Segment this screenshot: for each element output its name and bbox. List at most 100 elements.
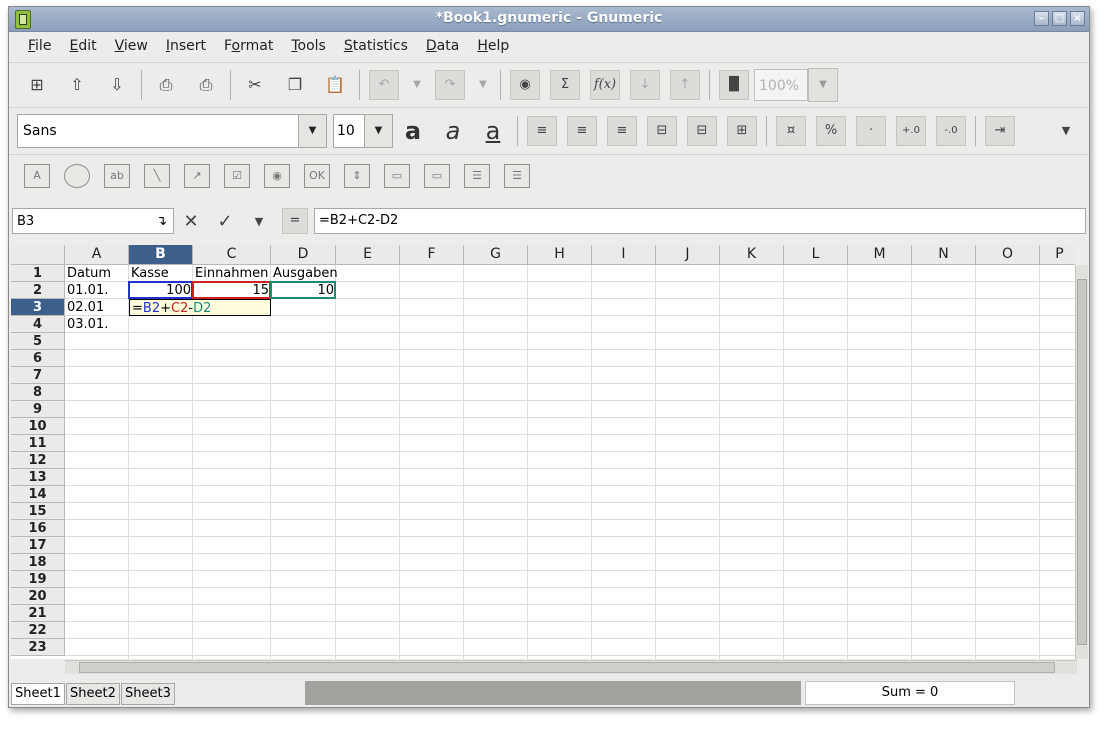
vertical-scroll-thumb[interactable]: [1077, 279, 1087, 645]
cell-a3[interactable]: 02.01: [65, 299, 129, 316]
in-cell-editor[interactable]: =B2+C2-D2: [129, 299, 271, 316]
open-icon[interactable]: ⇧: [60, 69, 94, 101]
row-header-19[interactable]: 19: [11, 571, 65, 588]
row-header-17[interactable]: 17: [11, 537, 65, 554]
minimize-button[interactable]: –: [1034, 11, 1049, 26]
row-header-3[interactable]: 3: [11, 299, 65, 316]
row-header-4[interactable]: 4: [11, 316, 65, 333]
row-header-18[interactable]: 18: [11, 554, 65, 571]
frame-tool-icon[interactable]: ab: [104, 163, 130, 188]
sheet-tab-1[interactable]: Sheet1: [11, 683, 65, 705]
row-header-15[interactable]: 15: [11, 503, 65, 520]
menu-format[interactable]: Format: [215, 38, 282, 54]
redo-dropdown-icon[interactable]: ▼: [473, 69, 493, 101]
close-button[interactable]: ×: [1070, 11, 1085, 26]
menu-view[interactable]: View: [106, 38, 157, 54]
underline-icon[interactable]: a: [476, 117, 510, 145]
new-icon[interactable]: ⊞: [20, 69, 54, 101]
sheet-tab-2[interactable]: Sheet2: [66, 683, 120, 705]
paste-icon[interactable]: 📋: [318, 69, 352, 101]
list-tool-icon[interactable]: ☰: [464, 163, 490, 188]
column-header-b[interactable]: B: [129, 245, 193, 265]
indent-icon[interactable]: ⇥: [985, 115, 1015, 146]
cell-name-box[interactable]: B3 ↴: [12, 208, 174, 234]
button-tool-icon[interactable]: OK: [304, 163, 330, 188]
column-header-e[interactable]: E: [336, 245, 400, 265]
accept-icon[interactable]: ✓: [210, 211, 240, 232]
row-header-1[interactable]: 1: [11, 265, 65, 282]
print-preview-icon[interactable]: ⎙: [189, 69, 223, 101]
spreadsheet-grid[interactable]: A B C D E F G H I J K L M N O P 1 2 3 4 5 6 7 8 9 10 11 12 13 14 15 16 1…: [11, 245, 1075, 659]
percent-icon[interactable]: %: [816, 115, 846, 146]
zoom-field[interactable]: 100%: [754, 68, 808, 101]
bold-icon[interactable]: a: [396, 117, 430, 145]
print-icon[interactable]: ⎙: [149, 69, 183, 101]
horizontal-scrollbar[interactable]: [65, 660, 1077, 674]
row-header-5[interactable]: 5: [11, 333, 65, 350]
vertical-scrollbar[interactable]: [1075, 265, 1088, 659]
function-wizard-icon[interactable]: =: [282, 208, 308, 234]
cell-d1[interactable]: Ausgaben: [271, 265, 338, 282]
column-header-g[interactable]: G: [464, 245, 528, 265]
increase-decimals-icon[interactable]: +.0: [896, 115, 926, 146]
column-header-a[interactable]: A: [65, 245, 129, 265]
autosum-icon[interactable]: Σ: [550, 69, 580, 100]
font-size-combo[interactable]: 10: [333, 113, 365, 148]
column-header-c[interactable]: C: [193, 245, 271, 265]
column-header-n[interactable]: N: [912, 245, 976, 265]
font-name-combo[interactable]: Sans: [17, 113, 299, 148]
spinbutton-tool-icon[interactable]: ⇕: [344, 163, 370, 188]
cell-a1[interactable]: Datum: [65, 265, 129, 282]
label-tool-icon[interactable]: A: [24, 163, 50, 188]
align-right-icon[interactable]: ≡: [607, 115, 637, 146]
menu-file[interactable]: File: [19, 38, 60, 54]
slider-tool-icon[interactable]: ▭: [424, 163, 450, 188]
cancel-icon[interactable]: ✕: [176, 211, 206, 232]
font-name-dropdown-icon[interactable]: ▼: [299, 113, 327, 148]
currency-icon[interactable]: ¤: [776, 115, 806, 146]
sheet-tab-3[interactable]: Sheet3: [121, 683, 175, 705]
row-header-12[interactable]: 12: [11, 452, 65, 469]
function-menu-icon[interactable]: ▼: [244, 215, 274, 228]
copy-icon[interactable]: ❐: [278, 69, 312, 101]
row-header-11[interactable]: 11: [11, 435, 65, 452]
checkbox-tool-icon[interactable]: ☑: [224, 163, 250, 188]
menu-help[interactable]: Help: [468, 38, 518, 54]
row-header-2[interactable]: 2: [11, 282, 65, 299]
goto-icon[interactable]: ↴: [156, 214, 167, 229]
column-header-i[interactable]: I: [592, 245, 656, 265]
split-cells-icon[interactable]: ⊞: [727, 115, 757, 146]
window-tool-icon[interactable]: ☰: [504, 163, 530, 188]
decrease-decimals-icon[interactable]: -.0: [936, 115, 966, 146]
thousands-separator-icon[interactable]: ·: [856, 115, 886, 146]
select-all-corner[interactable]: [11, 245, 65, 265]
title-bar[interactable]: *Book1.gnumeric - Gnumeric – □ ×: [9, 7, 1089, 32]
column-header-d[interactable]: D: [271, 245, 336, 265]
autoexpr-sum[interactable]: Sum = 0: [805, 681, 1015, 705]
zoom-dropdown-icon[interactable]: ▼: [808, 67, 838, 102]
menu-edit[interactable]: Edit: [60, 38, 105, 54]
row-header-9[interactable]: 9: [11, 401, 65, 418]
column-header-f[interactable]: F: [400, 245, 464, 265]
sort-ascending-icon[interactable]: ↑: [670, 69, 700, 100]
undo-dropdown-icon[interactable]: ▼: [407, 69, 427, 101]
font-size-dropdown-icon[interactable]: ▼: [365, 113, 393, 148]
row-header-23[interactable]: 23: [11, 639, 65, 656]
column-header-o[interactable]: O: [976, 245, 1040, 265]
row-header-16[interactable]: 16: [11, 520, 65, 537]
save-icon[interactable]: ⇩: [100, 69, 134, 101]
row-header-22[interactable]: 22: [11, 622, 65, 639]
line-tool-icon[interactable]: ╲: [144, 163, 170, 188]
menu-data[interactable]: Data: [417, 38, 468, 54]
merge-cells-icon[interactable]: ⊟: [647, 115, 677, 146]
combo-tool-icon[interactable]: ▭: [384, 163, 410, 188]
ellipse-tool-icon[interactable]: [64, 163, 90, 188]
function-icon[interactable]: f(x): [590, 69, 620, 100]
redo-icon[interactable]: ↷: [435, 69, 465, 100]
horizontal-scroll-thumb[interactable]: [79, 662, 1055, 673]
cell-c1[interactable]: Einnahmen: [193, 265, 271, 282]
toolbar-overflow-icon[interactable]: ▼: [1049, 115, 1083, 147]
row-header-10[interactable]: 10: [11, 418, 65, 435]
sort-descending-icon[interactable]: ↓: [630, 69, 660, 100]
maximize-button[interactable]: □: [1052, 11, 1067, 26]
